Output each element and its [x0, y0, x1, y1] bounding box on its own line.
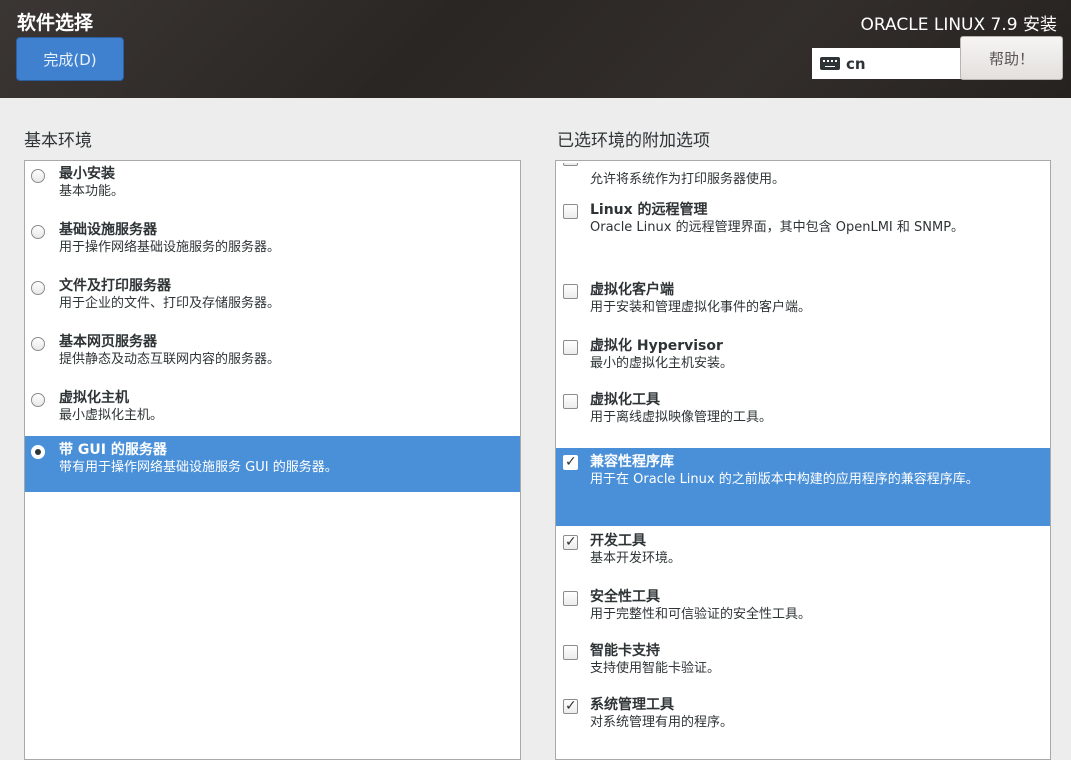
- checkbox[interactable]: ✓: [563, 534, 578, 550]
- addon-name: Linux 的远程管理: [590, 202, 708, 218]
- addon-name: 系统管理工具: [590, 697, 674, 713]
- addon-item-virtualization-tools[interactable]: 虚拟化工具 用于离线虚拟映像管理的工具。: [556, 391, 1050, 427]
- env-item-file-print-server[interactable]: 文件及打印服务器 用于企业的文件、打印及存储服务器。: [25, 277, 520, 313]
- base-environment-label: 基本环境: [24, 131, 92, 151]
- done-button[interactable]: 完成(D): [16, 37, 124, 81]
- checkbox[interactable]: ✓: [563, 454, 578, 470]
- addon-item-smart-card-support[interactable]: 智能卡支持 支持使用智能卡验证。: [556, 642, 1050, 678]
- checkbox[interactable]: [563, 394, 578, 409]
- env-item-infrastructure-server[interactable]: 基础设施服务器 用于操作网络基础设施服务的服务器。: [25, 221, 520, 257]
- addon-name: 开发工具: [590, 533, 646, 549]
- addon-item-security-tools[interactable]: 安全性工具 用于完整性和可信验证的安全性工具。: [556, 588, 1050, 624]
- env-item-server-with-gui[interactable]: 带 GUI 的服务器 带有用于操作网络基础设施服务 GUI 的服务器。: [25, 436, 520, 492]
- checkmark-icon: ✓: [565, 698, 577, 714]
- checkbox[interactable]: [563, 204, 578, 219]
- clipped-checkbox-row: [556, 163, 1050, 169]
- addon-name: 虚拟化工具: [590, 392, 660, 408]
- addon-item-system-administration-tools[interactable]: ✓ 系统管理工具 对系统管理有用的程序。: [556, 696, 1050, 732]
- env-desc: 基本功能。: [59, 184, 125, 199]
- addon-name: 虚拟化 Hypervisor: [590, 338, 723, 354]
- addon-name: 兼容性程序库: [590, 454, 674, 470]
- env-desc: 最小虚拟化主机。: [59, 408, 164, 423]
- env-name: 带 GUI 的服务器: [59, 442, 167, 458]
- env-name: 虚拟化主机: [59, 390, 129, 406]
- addon-desc: 用于离线虚拟映像管理的工具。: [590, 410, 773, 425]
- addon-item-virtualization-hypervisor[interactable]: 虚拟化 Hypervisor 最小的虚拟化主机安装。: [556, 337, 1050, 373]
- env-desc: 带有用于操作网络基础设施服务 GUI 的服务器。: [59, 460, 338, 475]
- env-item-virtualization-host[interactable]: 虚拟化主机 最小虚拟化主机。: [25, 389, 520, 425]
- checkbox[interactable]: [563, 340, 578, 355]
- addon-name: 安全性工具: [590, 589, 660, 605]
- checkbox[interactable]: [563, 163, 578, 166]
- env-name: 最小安装: [59, 166, 115, 182]
- help-button[interactable]: 帮助！: [960, 36, 1063, 80]
- env-name: 基本网页服务器: [59, 334, 157, 350]
- env-name: 基础设施服务器: [59, 222, 157, 238]
- env-desc: 用于企业的文件、打印及存储服务器。: [59, 296, 281, 311]
- checkbox[interactable]: [563, 284, 578, 299]
- addon-name: 智能卡支持: [590, 643, 660, 659]
- checkbox[interactable]: [563, 591, 578, 606]
- radio-button[interactable]: [31, 445, 45, 459]
- addon-desc: 用于完整性和可信验证的安全性工具。: [590, 607, 812, 622]
- checkbox[interactable]: ✓: [563, 698, 578, 714]
- addon-item-virtualization-client[interactable]: 虚拟化客户端 用于安装和管理虚拟化事件的客户端。: [556, 281, 1050, 317]
- header-bar: 软件选择 完成(D) ORACLE LINUX 7.9 安装 cn 帮助！: [0, 0, 1071, 98]
- env-item-minimal[interactable]: 最小安装 基本功能。: [25, 165, 520, 201]
- radio-button[interactable]: [31, 337, 45, 351]
- env-name: 文件及打印服务器: [59, 278, 171, 294]
- addon-item-remote-management[interactable]: Linux 的远程管理 Oracle Linux 的远程管理界面，其中包含 Op…: [556, 201, 1050, 237]
- addon-item-development-tools[interactable]: ✓ 开发工具 基本开发环境。: [556, 532, 1050, 568]
- addon-desc: 基本开发环境。: [590, 551, 682, 566]
- addons-label: 已选环境的附加选项: [557, 131, 710, 151]
- env-item-web-server[interactable]: 基本网页服务器 提供静态及动态互联网内容的服务器。: [25, 333, 520, 369]
- env-desc: 提供静态及动态互联网内容的服务器。: [59, 352, 281, 367]
- addons-list[interactable]: 允许将系统作为打印服务器使用。 Linux 的远程管理 Oracle Linux…: [555, 160, 1051, 760]
- radio-button[interactable]: [31, 225, 45, 239]
- radio-button[interactable]: [31, 169, 45, 183]
- addon-desc: 用于安装和管理虚拟化事件的客户端。: [590, 300, 812, 315]
- addon-desc: 用于在 Oracle Linux 的之前版本中构建的应用程序的兼容程序库。: [590, 472, 979, 487]
- addon-desc: Oracle Linux 的远程管理界面，其中包含 OpenLMI 和 SNMP…: [590, 220, 965, 235]
- radio-button[interactable]: [31, 393, 45, 407]
- keyboard-layout-label: cn: [846, 54, 866, 73]
- base-environment-list[interactable]: 最小安装 基本功能。 基础设施服务器 用于操作网络基础设施服务的服务器。 文件及…: [24, 160, 521, 760]
- radio-button[interactable]: [31, 281, 45, 295]
- addon-desc: 对系统管理有用的程序。: [590, 715, 734, 730]
- addon-name: 虚拟化客户端: [590, 282, 674, 298]
- page-title: 软件选择: [17, 12, 94, 34]
- product-title: ORACLE LINUX 7.9 安装: [860, 15, 1057, 35]
- addon-desc: 最小的虚拟化主机安装。: [590, 356, 734, 371]
- addon-item-print-server[interactable]: 允许将系统作为打印服务器使用。: [556, 163, 1050, 189]
- checkmark-icon: ✓: [565, 454, 577, 470]
- keyboard-layout-indicator[interactable]: cn: [812, 48, 962, 79]
- env-desc: 用于操作网络基础设施服务的服务器。: [59, 240, 281, 255]
- checkbox[interactable]: [563, 645, 578, 660]
- checkmark-icon: ✓: [565, 534, 577, 550]
- keyboard-icon: [820, 57, 840, 70]
- addon-item-compatibility-libraries[interactable]: ✓ 兼容性程序库 用于在 Oracle Linux 的之前版本中构建的应用程序的…: [556, 448, 1050, 526]
- addon-desc: 支持使用智能卡验证。: [590, 661, 721, 676]
- addon-desc: 允许将系统作为打印服务器使用。: [590, 172, 786, 187]
